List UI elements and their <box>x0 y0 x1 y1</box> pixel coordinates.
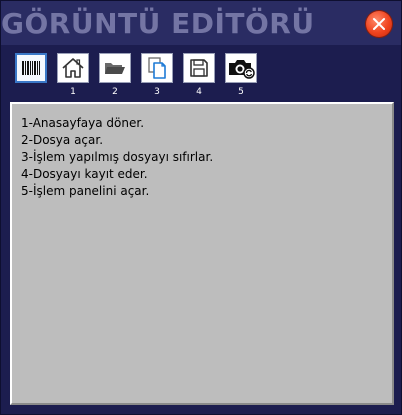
home-icon <box>62 58 84 78</box>
help-line-5: 5-İşlem panelini açar. <box>21 184 150 198</box>
copy-pages-icon <box>148 57 166 79</box>
help-panel: 1-Anasayfaya döner. 2-Dosya açar. 3-İşle… <box>10 102 394 405</box>
help-line-1: 1-Anasayfaya döner. <box>21 116 145 130</box>
camera-icon <box>229 60 255 79</box>
folder-open-icon <box>105 63 125 74</box>
toolbar: 1 2 3 4 5 <box>15 53 395 99</box>
reset-file-button[interactable] <box>141 53 173 83</box>
floppy-disk-icon <box>190 59 208 77</box>
home-button[interactable] <box>57 53 89 83</box>
toolbar-number-2: 2 <box>112 87 118 97</box>
help-line-4: 4-Dosyayı kayıt eder. <box>21 167 148 181</box>
open-file-button[interactable] <box>99 53 131 83</box>
close-button[interactable] <box>366 11 392 37</box>
title-bar[interactable]: GÖRÜNTÜ EDİTÖRÜ <box>1 1 401 45</box>
toolbar-number-5: 5 <box>238 87 244 97</box>
window-title: GÖRÜNTÜ EDİTÖRÜ <box>1 7 315 40</box>
image-editor-window: GÖRÜNTÜ EDİTÖRÜ 1 2 3 4 5 1-Anasayfaya d… <box>0 0 402 415</box>
barcode-button[interactable] <box>15 53 47 83</box>
toolbar-number-4: 4 <box>196 87 202 97</box>
barcode-icon <box>22 61 40 75</box>
help-line-3: 3-İşlem yapılmış dosyayı sıfırlar. <box>21 150 214 164</box>
close-icon <box>373 18 385 30</box>
help-line-2: 2-Dosya açar. <box>21 133 104 147</box>
toolbar-number-3: 3 <box>154 87 160 97</box>
toolbar-number-1: 1 <box>70 87 76 97</box>
save-button[interactable] <box>183 53 215 83</box>
open-panel-button[interactable] <box>225 53 257 83</box>
